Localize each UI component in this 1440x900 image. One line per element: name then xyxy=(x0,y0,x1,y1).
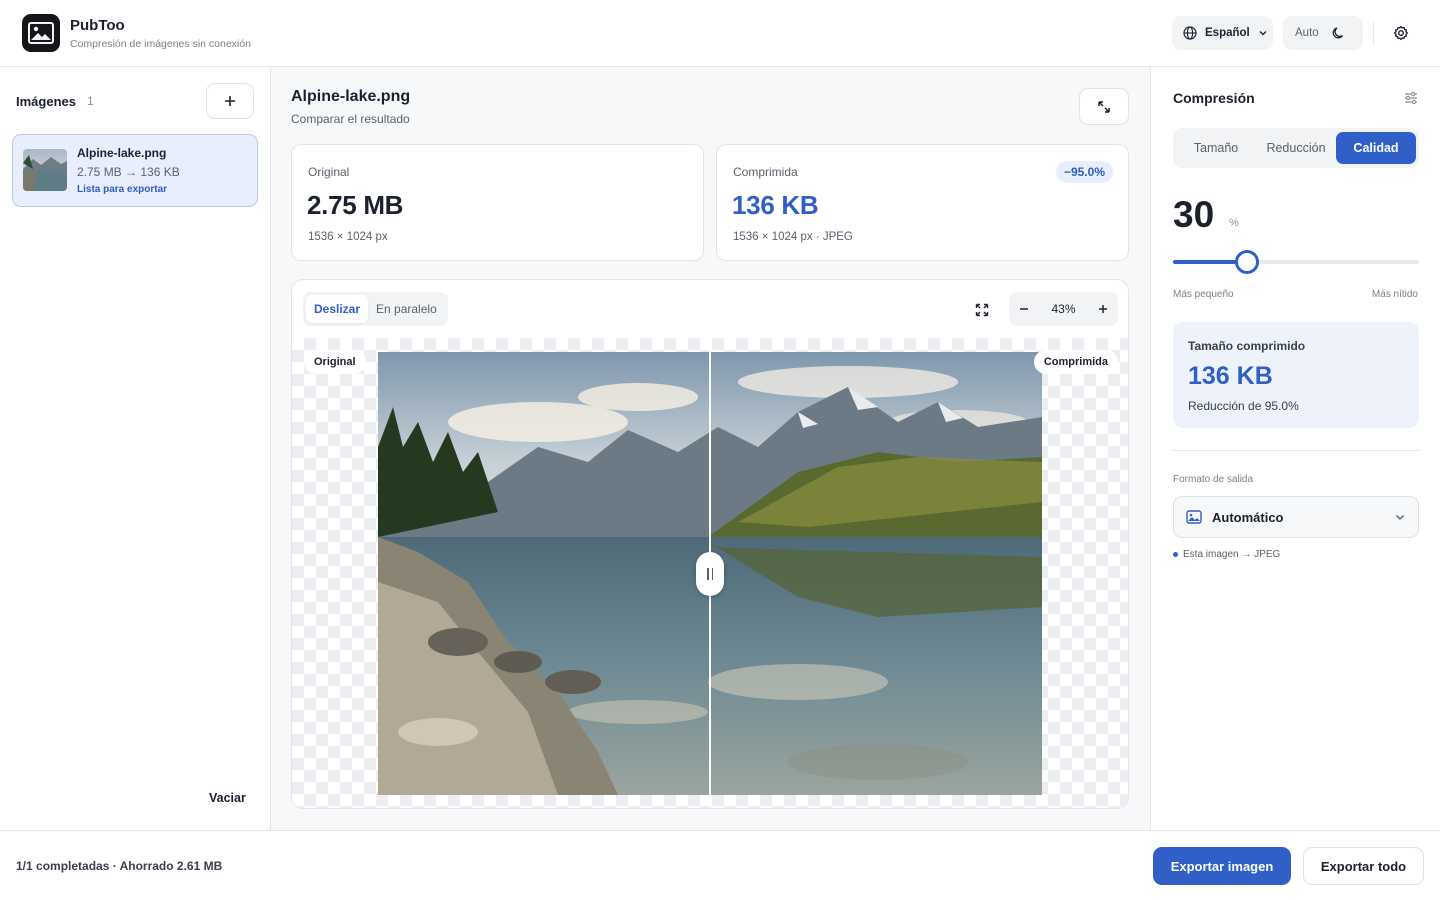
app-subtitle: Compresión de imágenes sin conexión xyxy=(70,38,251,50)
format-note-text: Esta imagen → JPEG xyxy=(1183,549,1281,560)
format-select[interactable]: Automático xyxy=(1173,496,1419,538)
result-value: 136 KB xyxy=(1188,362,1273,390)
page-subtitle: Comparar el resultado xyxy=(291,112,410,126)
gear-icon xyxy=(1393,25,1409,41)
settings-button[interactable] xyxy=(1388,20,1414,46)
compare-stage[interactable]: Original Comprimida xyxy=(292,338,1128,808)
compression-mode-tabs: Tamaño Reducción Calidad xyxy=(1173,128,1419,168)
format-value: Automático xyxy=(1212,509,1284,525)
list-item[interactable]: Alpine-lake.png 2.75 MB → 136 KB Lista p… xyxy=(12,134,258,207)
image-count: 1 xyxy=(87,94,94,108)
view-mode-switch: Deslizar En paralelo xyxy=(303,292,448,326)
format-label: Formato de salida xyxy=(1173,474,1254,485)
slider-thumb[interactable] xyxy=(1234,250,1259,274)
compare-slider-handle[interactable] xyxy=(696,552,724,596)
format-note: Esta imagen → JPEG xyxy=(1173,549,1280,560)
theme-label: Auto xyxy=(1295,27,1319,39)
tab-side-by-side[interactable]: En paralelo xyxy=(368,295,445,323)
minus-icon xyxy=(1020,308,1028,310)
tab-size[interactable]: Tamaño xyxy=(1176,132,1256,164)
image-thumbnail xyxy=(23,149,67,191)
zoom-level: 43% xyxy=(1051,302,1076,316)
compressed-size: 136 KB xyxy=(732,190,819,220)
original-label: Original xyxy=(308,165,350,179)
tab-slide[interactable]: Deslizar xyxy=(306,295,369,323)
reduction-badge: −95.0% xyxy=(1055,161,1113,183)
compressed-card: Comprimida −95.0% 136 KB 1536 × 1024 px … xyxy=(716,144,1129,261)
original-meta: 1536 × 1024 px xyxy=(308,231,388,243)
expand-button[interactable] xyxy=(1079,88,1129,125)
clear-list-button[interactable]: Vaciar xyxy=(209,791,246,805)
app-header: PubToo Compresión de imágenes sin conexi… xyxy=(0,0,1440,67)
footer-bar: 1/1 completadas · Ahorrado 2.61 MB Expor… xyxy=(0,830,1440,900)
expand-arrows-icon xyxy=(1098,100,1110,113)
zoom-control: 43% xyxy=(1009,292,1118,326)
sidebar-title: Imágenes xyxy=(16,94,76,109)
language-selector[interactable]: Español xyxy=(1172,16,1273,50)
export-all-button[interactable]: Exportar todo xyxy=(1303,847,1424,885)
file-status: Lista para exportar xyxy=(77,184,168,195)
slider-min-label: Más pequeño xyxy=(1173,289,1234,300)
add-image-button[interactable] xyxy=(206,83,254,119)
quality-unit: % xyxy=(1229,217,1239,229)
panel-divider xyxy=(1173,450,1419,451)
fit-to-screen-button[interactable] xyxy=(970,298,994,322)
export-image-button[interactable]: Exportar imagen xyxy=(1153,847,1291,885)
file-name: Alpine-lake.png xyxy=(77,146,167,160)
progress-status: 1/1 completadas · Ahorrado 2.61 MB xyxy=(16,859,223,873)
page-title: Alpine-lake.png xyxy=(291,88,411,105)
original-card: Original 2.75 MB 1536 × 1024 px xyxy=(291,144,704,261)
info-dot-icon xyxy=(1173,552,1178,557)
main-area: Alpine-lake.png Comparar el resultado Or… xyxy=(271,67,1150,830)
chevron-down-icon xyxy=(1396,515,1404,520)
compressed-size-card: Tamaño comprimido 136 KB Reducción de 95… xyxy=(1173,322,1419,428)
fit-screen-icon xyxy=(975,303,989,317)
original-tag: Original xyxy=(304,350,366,374)
language-label: Español xyxy=(1205,27,1250,39)
tune-button[interactable] xyxy=(1403,90,1421,106)
original-size: 2.75 MB xyxy=(307,190,404,220)
file-sizes: 2.75 MB → 136 KB xyxy=(77,165,180,179)
panel-title: Compresión xyxy=(1173,90,1255,106)
plus-icon xyxy=(1099,305,1107,313)
grip-line xyxy=(711,568,713,580)
sliders-icon xyxy=(1405,91,1417,105)
tab-reduction[interactable]: Reducción xyxy=(1256,132,1336,164)
compressed-tag: Comprimida xyxy=(1033,350,1118,374)
zoom-in-button[interactable] xyxy=(1094,300,1112,318)
slider-max-label: Más nítido xyxy=(1371,289,1418,300)
image-icon xyxy=(1186,510,1202,524)
result-reduction: Reducción de 95.0% xyxy=(1188,399,1299,413)
quality-slider[interactable] xyxy=(1173,250,1419,274)
app-name: PubToo xyxy=(70,17,125,34)
tab-quality[interactable]: Calidad xyxy=(1336,132,1416,164)
zoom-out-button[interactable] xyxy=(1015,300,1033,318)
grip-line xyxy=(707,568,709,580)
app-logo xyxy=(22,14,60,52)
theme-toggle[interactable]: Auto xyxy=(1283,16,1363,50)
image-icon xyxy=(28,22,54,44)
quality-value: 30 xyxy=(1173,194,1215,235)
globe-icon xyxy=(1183,26,1197,40)
compressed-meta: 1536 × 1024 px · JPEG xyxy=(733,231,853,243)
compare-viewer: Deslizar En paralelo 43% Original Compri… xyxy=(291,279,1129,809)
header-divider xyxy=(1373,22,1374,44)
chevron-down-icon xyxy=(1259,31,1267,36)
moon-icon xyxy=(1332,27,1343,39)
result-label: Tamaño comprimido xyxy=(1188,339,1306,353)
plus-icon xyxy=(225,96,235,106)
compression-panel: Compresión Tamaño Reducción Calidad 30 %… xyxy=(1150,67,1440,830)
compressed-label: Comprimida xyxy=(733,165,798,179)
images-sidebar: Imágenes 1 Alpine-lake.png 2.75 MB → 136 xyxy=(0,67,271,830)
